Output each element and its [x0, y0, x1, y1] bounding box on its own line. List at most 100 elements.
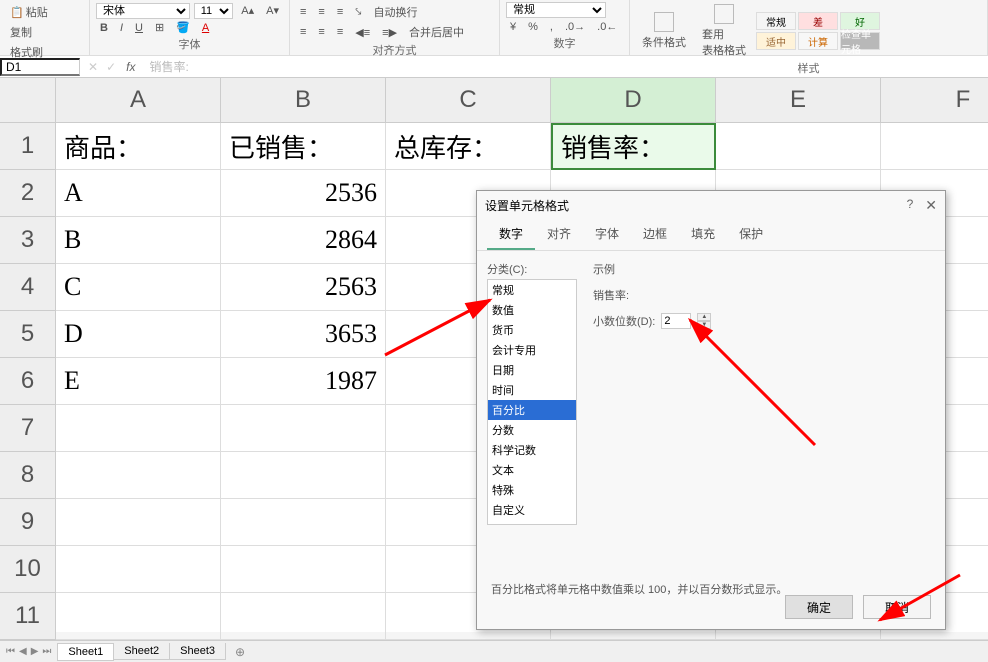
- font-size-select[interactable]: 11: [194, 3, 234, 19]
- fill-color-button[interactable]: 🪣: [172, 19, 194, 36]
- category-item-5[interactable]: 时间: [488, 380, 576, 400]
- category-item-2[interactable]: 货币: [488, 320, 576, 340]
- row-header-4[interactable]: 4: [0, 264, 56, 311]
- cell-D1[interactable]: 销售率：: [551, 123, 716, 170]
- conditional-format-button[interactable]: 条件格式: [636, 10, 692, 52]
- indent-inc-icon[interactable]: ≡▶: [378, 24, 401, 41]
- category-item-9[interactable]: 文本: [488, 460, 576, 480]
- confirm-fx-icon[interactable]: ✓: [102, 60, 120, 74]
- row-header-10[interactable]: 10: [0, 546, 56, 593]
- cell-A9[interactable]: [56, 499, 221, 546]
- cell-A4[interactable]: C: [56, 264, 221, 311]
- col-header-A[interactable]: A: [56, 78, 221, 123]
- wrap-text-button[interactable]: 自动换行: [369, 2, 421, 22]
- cell-A7[interactable]: [56, 405, 221, 452]
- tab-number[interactable]: 数字: [487, 219, 535, 250]
- row-header-8[interactable]: 8: [0, 452, 56, 499]
- ok-button[interactable]: 确定: [785, 595, 853, 619]
- align-top-icon[interactable]: ≡: [296, 4, 310, 20]
- increase-font-icon[interactable]: A▴: [237, 2, 258, 19]
- cell-A8[interactable]: [56, 452, 221, 499]
- font-color-button[interactable]: A: [198, 20, 213, 36]
- cell-B7[interactable]: [221, 405, 386, 452]
- row-header-5[interactable]: 5: [0, 311, 56, 358]
- style-bad[interactable]: 差: [798, 12, 838, 30]
- cell-B4[interactable]: 2563: [221, 264, 386, 311]
- comma-icon[interactable]: ,: [546, 19, 557, 35]
- tab-align[interactable]: 对齐: [535, 219, 583, 250]
- col-header-E[interactable]: E: [716, 78, 881, 123]
- cell-B10[interactable]: [221, 546, 386, 593]
- cancel-button[interactable]: 取消: [863, 595, 931, 619]
- category-item-10[interactable]: 特殊: [488, 480, 576, 500]
- cancel-fx-icon[interactable]: ✕: [84, 60, 102, 74]
- row-header-1[interactable]: 1: [0, 123, 56, 170]
- cell-A5[interactable]: D: [56, 311, 221, 358]
- spinner-down-icon[interactable]: ▼: [697, 321, 711, 329]
- sheet-nav-prev-icon[interactable]: ◀: [19, 646, 27, 657]
- cell-A3[interactable]: B: [56, 217, 221, 264]
- close-icon[interactable]: ✕: [925, 197, 937, 214]
- help-icon[interactable]: ?: [907, 197, 914, 214]
- category-item-3[interactable]: 会计专用: [488, 340, 576, 360]
- cell-A6[interactable]: E: [56, 358, 221, 405]
- sheet-nav-first-icon[interactable]: ⏮: [6, 646, 15, 657]
- row-header-11[interactable]: 11: [0, 593, 56, 640]
- sheet-nav-next-icon[interactable]: ▶: [31, 646, 39, 657]
- cell-B1[interactable]: 已销售：: [221, 123, 386, 170]
- row-header-6[interactable]: 6: [0, 358, 56, 405]
- orientation-icon[interactable]: ⤥: [351, 4, 365, 21]
- row-header-2[interactable]: 2: [0, 170, 56, 217]
- align-right-icon[interactable]: ≡: [333, 24, 347, 40]
- category-item-8[interactable]: 科学记数: [488, 440, 576, 460]
- inc-decimal-icon[interactable]: .0→: [561, 19, 589, 35]
- indent-dec-icon[interactable]: ◀≡: [351, 24, 374, 41]
- copy-button[interactable]: 复制: [6, 22, 36, 42]
- name-box[interactable]: [0, 58, 80, 76]
- cell-B6[interactable]: 1987: [221, 358, 386, 405]
- currency-icon[interactable]: ¥: [506, 19, 520, 35]
- merge-center-button[interactable]: 合并后居中: [405, 22, 468, 42]
- style-neutral[interactable]: 适中: [756, 32, 796, 50]
- cell-B11[interactable]: [221, 593, 386, 640]
- category-item-11[interactable]: 自定义: [488, 500, 576, 520]
- align-mid-icon[interactable]: ≡: [314, 4, 328, 20]
- cell-B5[interactable]: 3653: [221, 311, 386, 358]
- cell-B8[interactable]: [221, 452, 386, 499]
- decimal-places-input[interactable]: [661, 313, 691, 329]
- add-sheet-icon[interactable]: ⊕: [225, 645, 255, 659]
- col-header-B[interactable]: B: [221, 78, 386, 123]
- paste-button[interactable]: 📋 粘贴: [6, 2, 52, 22]
- style-calc[interactable]: 计算: [798, 32, 838, 50]
- align-center-icon[interactable]: ≡: [314, 24, 328, 40]
- select-all-corner[interactable]: [0, 78, 56, 123]
- col-header-C[interactable]: C: [386, 78, 551, 123]
- align-left-icon[interactable]: ≡: [296, 24, 310, 40]
- border-button[interactable]: ⊞: [151, 19, 168, 36]
- bold-button[interactable]: B: [96, 20, 112, 36]
- decrease-font-icon[interactable]: A▾: [262, 2, 283, 19]
- style-normal[interactable]: 常规: [756, 12, 796, 30]
- tab-fill[interactable]: 填充: [679, 219, 727, 250]
- dec-decimal-icon[interactable]: .0←: [593, 19, 621, 35]
- row-header-9[interactable]: 9: [0, 499, 56, 546]
- col-header-D[interactable]: D: [551, 78, 716, 123]
- cell-A10[interactable]: [56, 546, 221, 593]
- tab-font[interactable]: 字体: [583, 219, 631, 250]
- spinner-up-icon[interactable]: ▲: [697, 313, 711, 321]
- row-header-7[interactable]: 7: [0, 405, 56, 452]
- sheet-tab-1[interactable]: Sheet1: [57, 643, 114, 661]
- category-item-1[interactable]: 数值: [488, 300, 576, 320]
- percent-icon[interactable]: %: [524, 19, 542, 35]
- cell-B3[interactable]: 2864: [221, 217, 386, 264]
- category-list[interactable]: 常规数值货币会计专用日期时间百分比分数科学记数文本特殊自定义: [487, 279, 577, 525]
- category-item-7[interactable]: 分数: [488, 420, 576, 440]
- cell-B2[interactable]: 2536: [221, 170, 386, 217]
- formula-content[interactable]: 销售率:: [145, 58, 188, 75]
- cell-C1[interactable]: 总库存：: [386, 123, 551, 170]
- cell-E1[interactable]: [716, 123, 881, 170]
- underline-button[interactable]: U: [131, 20, 147, 36]
- sheet-nav-last-icon[interactable]: ⏭: [42, 646, 51, 657]
- sheet-tab-2[interactable]: Sheet2: [113, 643, 170, 660]
- font-family-select[interactable]: 宋体: [96, 3, 190, 19]
